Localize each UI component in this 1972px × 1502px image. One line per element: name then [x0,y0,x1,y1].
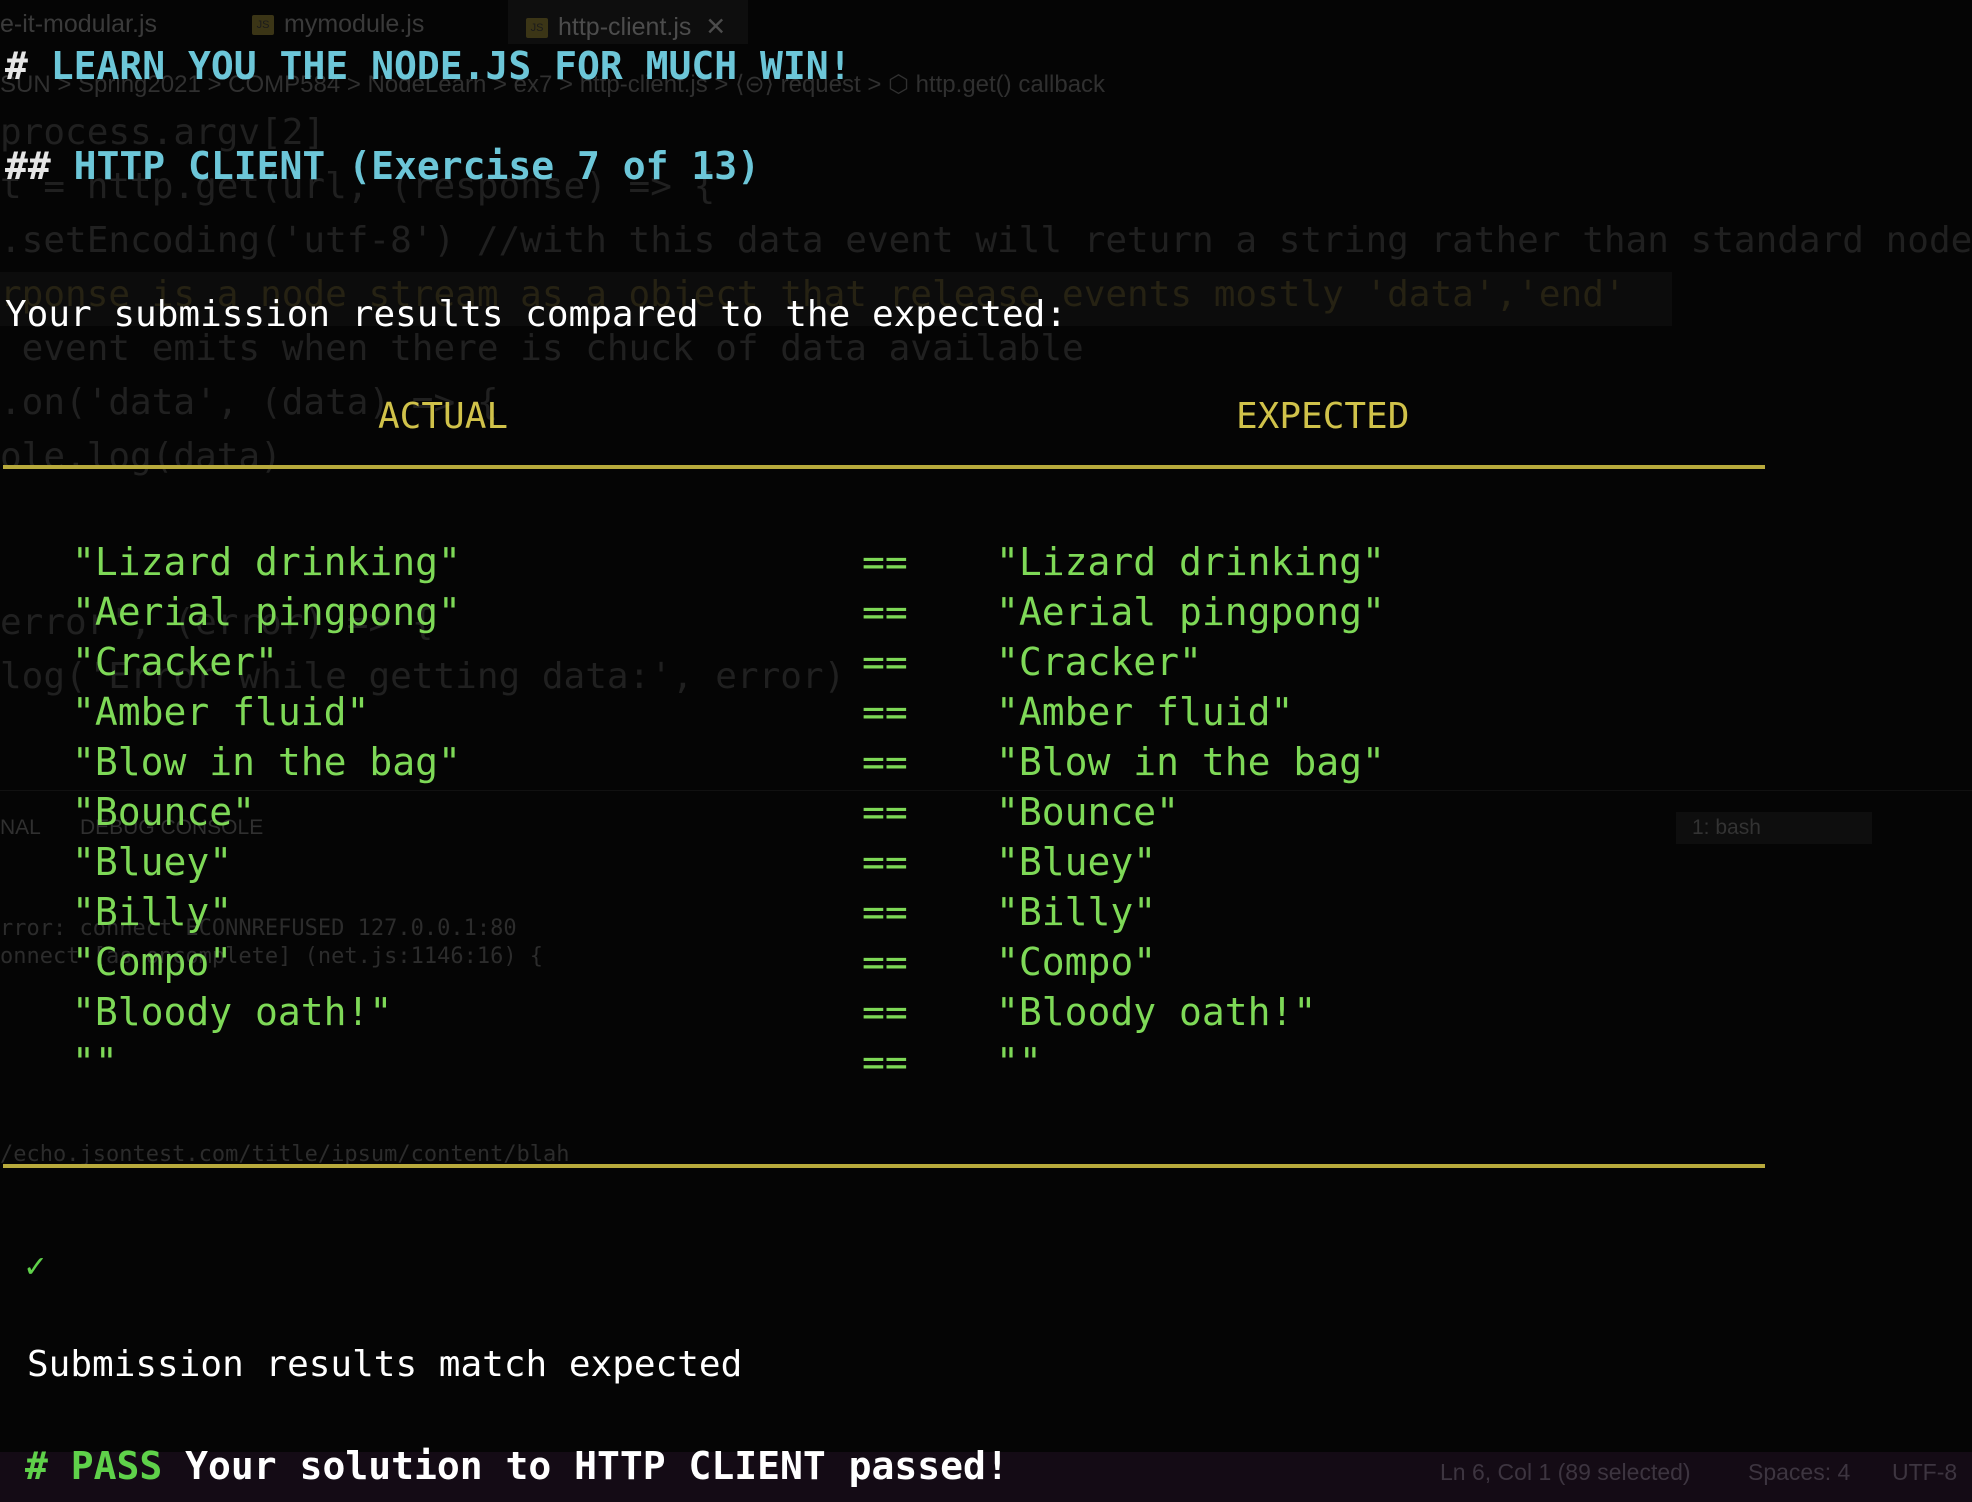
terminal-output: # LEARN YOU THE NODE.JS FOR MUCH WIN! ##… [0,0,1972,1502]
title-text: LEARN YOU THE NODE.JS FOR MUCH WIN! [50,44,852,88]
expected-value: "Billy" [996,890,1157,934]
page-title: # LEARN YOU THE NODE.JS FOR MUCH WIN! [5,44,852,88]
equals-operator: == [862,590,908,634]
actual-value: "Blow in the bag" [72,740,461,784]
expected-value: "" [996,1040,1042,1084]
expected-value: "Bounce" [996,790,1180,834]
actual-value: "Aerial pingpong" [72,590,461,634]
equals-operator: == [862,540,908,584]
expected-value: "Amber fluid" [996,690,1294,734]
expected-value: "Bluey" [996,840,1157,884]
equals-operator: == [862,840,908,884]
heading-hash: ## [5,144,51,188]
actual-value: "Bloody oath!" [72,990,393,1034]
heading-hash: # [5,44,28,88]
match-message: Submission results match expected [27,1344,743,1385]
equals-operator: == [862,890,908,934]
expected-column-header: EXPECTED [1236,396,1410,437]
subtitle-text: HTTP CLIENT (Exercise 7 of 13) [73,144,760,188]
actual-value: "Cracker" [72,640,278,684]
expected-value: "Blow in the bag" [996,740,1385,784]
expected-value: "Compo" [996,940,1157,984]
actual-value: "Lizard drinking" [72,540,461,584]
equals-operator: == [862,740,908,784]
equals-operator: == [862,690,908,734]
equals-operator: == [862,640,908,684]
equals-operator: == [862,1040,908,1084]
actual-value: "" [72,1040,118,1084]
pass-line: # PASS Your solution to HTTP CLIENT pass… [25,1444,1009,1488]
bottom-divider [3,1164,1765,1168]
actual-column-header: ACTUAL [378,396,509,437]
expected-value: "Lizard drinking" [996,540,1385,584]
actual-value: "Billy" [72,890,233,934]
comparison-intro: Your submission results compared to the … [5,294,1068,335]
actual-value: "Compo" [72,940,233,984]
pass-message: Your solution to HTTP CLIENT passed! [185,1444,1009,1488]
actual-value: "Bounce" [72,790,256,834]
equals-operator: == [862,790,908,834]
equals-operator: == [862,990,908,1034]
top-divider [3,465,1765,469]
expected-value: "Bloody oath!" [996,990,1317,1034]
expected-value: "Aerial pingpong" [996,590,1385,634]
expected-value: "Cracker" [996,640,1202,684]
pass-label: # PASS [25,1444,163,1488]
check-icon: ✓ [25,1246,46,1286]
equals-operator: == [862,940,908,984]
actual-value: "Amber fluid" [72,690,370,734]
actual-value: "Bluey" [72,840,233,884]
exercise-heading: ## HTTP CLIENT (Exercise 7 of 13) [5,144,760,188]
